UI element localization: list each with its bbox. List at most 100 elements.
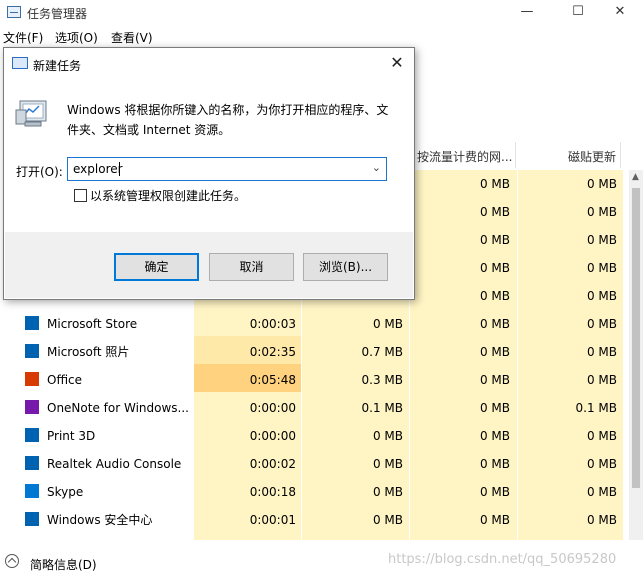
network-cell: 0 MB <box>372 457 403 471</box>
table-row[interactable]: Skype 0:00:18 0 MB 0 MB 0 MB <box>0 478 629 506</box>
menu-file[interactable]: 文件(F) <box>3 29 43 46</box>
chevron-up-icon[interactable] <box>5 554 19 568</box>
tile-update-cell: 0 MB <box>586 317 617 331</box>
metered-cell: 0 MB <box>479 177 510 191</box>
cancel-button[interactable]: 取消 <box>209 253 294 281</box>
cpu-time-cell: 0:00:00 <box>249 401 296 415</box>
run-icon <box>12 57 28 69</box>
close-button[interactable]: ✕ <box>597 0 643 26</box>
store-icon <box>25 316 39 330</box>
tile-update-cell: 0.1 MB <box>575 401 617 415</box>
process-name-cell: Microsoft 照片 <box>25 338 193 366</box>
dialog-title: 新建任务 <box>33 59 82 73</box>
admin-checkbox-label[interactable]: 以系统管理权限创建此任务。 <box>90 187 246 204</box>
process-name: Print 3D <box>47 429 96 443</box>
process-name: Realtek Audio Console <box>47 457 182 471</box>
cpu-time-cell: 0:00:03 <box>249 317 296 331</box>
tile-update-cell: 0 MB <box>586 205 617 219</box>
table-row[interactable]: Realtek Audio Console 0:00:02 0 MB 0 MB 0 MB <box>0 450 629 478</box>
table-row[interactable]: Windows 安全中心 0:00:01 0 MB 0 MB 0 MB <box>0 506 629 534</box>
menu-bar: 文件(F) 选项(O) 查看(V) <box>0 27 643 47</box>
onenote-icon <box>25 400 39 414</box>
chevron-down-icon[interactable]: ⌄ <box>372 161 381 174</box>
tile-update-cell: 0 MB <box>586 177 617 191</box>
photos-icon <box>25 344 39 358</box>
scroll-up-icon[interactable]: ▲ <box>632 172 639 182</box>
skype-icon <box>25 484 39 498</box>
process-name-cell: Realtek Audio Console <box>25 450 193 478</box>
table-row[interactable]: OneNote for Windows... 0:00:00 0.1 MB 0 MB 0… <box>0 394 629 422</box>
table-row[interactable]: Office 0:05:48 0.3 MB 0 MB 0 MB <box>0 366 629 394</box>
network-cell: 0.3 MB <box>361 373 403 387</box>
process-name: Microsoft Store <box>47 317 138 331</box>
menu-options[interactable]: 选项(O) <box>55 29 98 46</box>
maximize-button[interactable]: ☐ <box>555 0 601 26</box>
network-cell: 0 MB <box>372 513 403 527</box>
watermark: https://blog.csdn.net/qq_50695280 <box>388 552 617 567</box>
tile-update-cell: 0 MB <box>586 457 617 471</box>
tile-update-cell: 0 MB <box>586 289 617 303</box>
process-name-cell: Office <box>25 366 193 394</box>
browse-button[interactable]: 浏览(B)... <box>303 253 388 281</box>
metered-cell: 0 MB <box>479 233 510 247</box>
cpu-time-cell: 0:00:00 <box>249 429 296 443</box>
metered-cell: 0 MB <box>479 513 510 527</box>
network-cell: 0.1 MB <box>361 401 403 415</box>
print3d-icon <box>25 428 39 442</box>
column-header-tile-update[interactable]: 磁贴更新 <box>516 142 621 168</box>
open-label: 打开(O): <box>16 165 63 179</box>
metered-cell: 0 MB <box>479 373 510 387</box>
column-header-metered-network[interactable]: 按流量计费的网... <box>415 142 516 168</box>
cpu-time-cell: 0:00:01 <box>249 513 296 527</box>
metered-cell: 0 MB <box>479 401 510 415</box>
open-input-value: explorer <box>73 162 123 176</box>
minimize-button[interactable]: — <box>504 0 550 26</box>
window-title: 任务管理器 <box>27 7 88 21</box>
menu-view[interactable]: 查看(V) <box>111 29 153 46</box>
metered-cell: 0 MB <box>479 457 510 471</box>
cpu-time-cell: 0:00:18 <box>249 485 296 499</box>
dialog-description: Windows 将根据你所键入的名称，为你打开相应的程序、文件夹、文档或 Int… <box>67 103 389 137</box>
tile-update-cell: 0 MB <box>586 233 617 247</box>
process-name: OneNote for Windows... <box>47 401 189 415</box>
cpu-time-cell: 0:05:48 <box>249 373 296 387</box>
task-manager-icon <box>7 6 21 18</box>
process-name: Microsoft 照片 <box>47 345 130 359</box>
process-name: Skype <box>47 485 84 499</box>
cpu-time-cell: 0:02:35 <box>249 345 296 359</box>
process-name-cell: Print 3D <box>25 422 193 450</box>
process-name-cell: Microsoft Store <box>25 310 193 338</box>
scrollbar-thumb[interactable] <box>632 188 640 488</box>
office-icon <box>25 372 39 386</box>
tile-update-cell: 0 MB <box>586 513 617 527</box>
ok-button[interactable]: 确定 <box>114 253 199 281</box>
process-name-cell: OneNote for Windows... <box>25 394 193 422</box>
metered-cell: 0 MB <box>479 205 510 219</box>
admin-checkbox[interactable] <box>74 189 87 202</box>
scrollbar[interactable]: ▲ <box>629 170 643 540</box>
metered-cell: 0 MB <box>479 485 510 499</box>
cpu-time-cell: 0:00:02 <box>249 457 296 471</box>
table-row[interactable]: Microsoft Store 0:00:03 0 MB 0 MB 0 MB <box>0 310 629 338</box>
tile-update-cell: 0 MB <box>586 485 617 499</box>
network-cell: 0 MB <box>372 317 403 331</box>
dialog-close-button[interactable]: ✕ <box>384 50 410 76</box>
tile-update-cell: 0 MB <box>586 261 617 275</box>
text-caret <box>119 162 120 176</box>
shield-icon <box>25 512 39 526</box>
process-name: Windows 安全中心 <box>47 513 153 527</box>
title-bar: 任务管理器 — ☐ ✕ <box>0 0 643 26</box>
create-task-dialog: 新建任务 ✕ Windows 将根据你所键入的名称，为你打开相应的程序、文件夹、… <box>3 47 415 300</box>
process-name-cell: Skype <box>25 478 193 506</box>
fewer-details-link[interactable]: 简略信息(D) <box>30 556 97 573</box>
metered-cell: 0 MB <box>479 345 510 359</box>
metered-cell: 0 MB <box>479 429 510 443</box>
table-row[interactable]: Microsoft 照片 0:02:35 0.7 MB 0 MB 0 MB <box>0 338 629 366</box>
process-name: Office <box>47 373 83 387</box>
table-row[interactable]: Print 3D 0:00:00 0 MB 0 MB 0 MB <box>0 422 629 450</box>
open-input[interactable]: explorer ⌄ <box>67 157 387 181</box>
network-cell: 0 MB <box>372 485 403 499</box>
tile-update-cell: 0 MB <box>586 373 617 387</box>
metered-cell: 0 MB <box>479 317 510 331</box>
metered-cell: 0 MB <box>479 289 510 303</box>
